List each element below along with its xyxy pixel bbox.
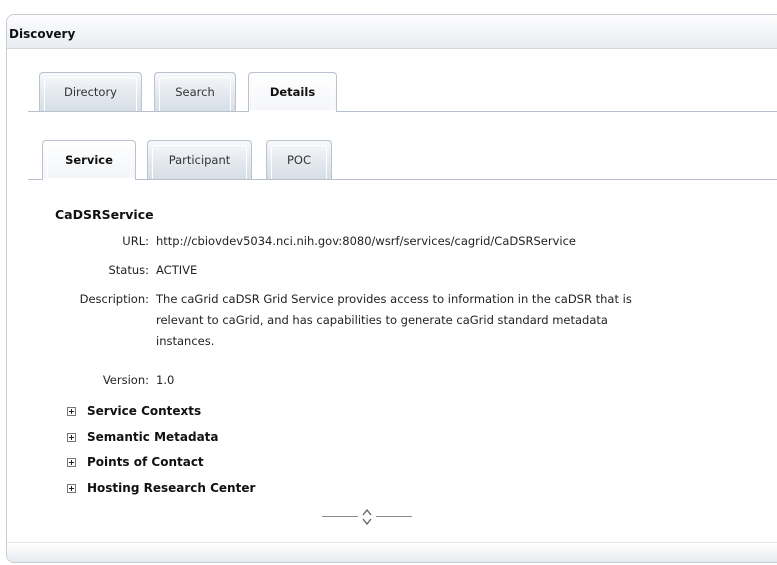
- expand-plus-icon[interactable]: [67, 432, 76, 442]
- tab-poc[interactable]: POC: [266, 140, 332, 179]
- tab-participant[interactable]: Participant: [147, 140, 252, 179]
- panel-footer: [7, 542, 777, 562]
- version-value: 1.0: [156, 373, 175, 387]
- section-label: Semantic Metadata: [87, 430, 219, 444]
- resize-handle[interactable]: [322, 508, 412, 529]
- section-semantic-metadata[interactable]: Semantic Metadata: [67, 428, 219, 446]
- main-tabs-baseline: [28, 111, 777, 112]
- tab-service-label: Service: [65, 153, 113, 167]
- expand-plus-icon[interactable]: [67, 483, 76, 493]
- section-hosting-research-center[interactable]: Hosting Research Center: [67, 479, 255, 497]
- description-value: The caGrid caDSR Grid Service provides a…: [156, 289, 776, 352]
- expand-plus-icon[interactable]: [67, 406, 76, 416]
- service-name: CaDSRService: [55, 207, 154, 222]
- tab-participant-label: Participant: [168, 153, 231, 167]
- url-label: URL:: [122, 234, 149, 248]
- panel-title: Discovery: [9, 27, 76, 41]
- section-label: Service Contexts: [87, 404, 202, 418]
- resize-arrows-icon: [362, 508, 372, 526]
- description-line: relevant to caGrid, and has capabilities…: [156, 313, 608, 327]
- tab-service[interactable]: Service: [42, 140, 136, 180]
- description-line: The caGrid caDSR Grid Service provides a…: [156, 292, 632, 306]
- section-service-contexts[interactable]: Service Contexts: [67, 402, 201, 420]
- expand-plus-icon[interactable]: [67, 457, 76, 467]
- status-value: ACTIVE: [156, 263, 198, 277]
- section-points-of-contact[interactable]: Points of Contact: [67, 453, 204, 471]
- section-label: Points of Contact: [87, 455, 204, 469]
- url-value: http://cbiovdev5034.nci.nih.gov:8080/wsr…: [156, 234, 577, 248]
- version-label: Version:: [102, 373, 149, 387]
- tab-directory-label: Directory: [63, 85, 117, 99]
- panel-header: [7, 15, 777, 49]
- status-label: Status:: [108, 263, 149, 277]
- tab-details[interactable]: Details: [248, 72, 337, 112]
- tab-search-label: Search: [175, 85, 215, 99]
- description-label: Description:: [79, 292, 149, 306]
- sub-tabs-baseline: [28, 179, 777, 180]
- tab-poc-label: POC: [286, 153, 312, 167]
- description-line: instances.: [156, 334, 215, 348]
- section-label: Hosting Research Center: [87, 481, 256, 495]
- tab-search[interactable]: Search: [154, 72, 236, 111]
- tab-directory[interactable]: Directory: [39, 72, 142, 111]
- tab-details-label: Details: [269, 85, 316, 99]
